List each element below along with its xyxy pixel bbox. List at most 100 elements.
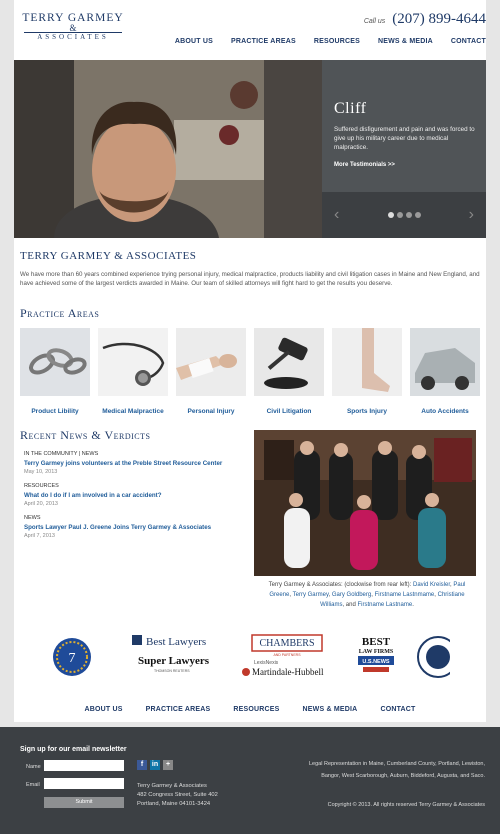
- facebook-icon[interactable]: f: [137, 760, 147, 770]
- address-street: 482 Congress Street, Suite 402: [137, 792, 218, 798]
- news-title-link[interactable]: Sports Lawyer Paul J. Greene Joins Terry…: [24, 523, 249, 532]
- nav-contact[interactable]: CONTACT: [451, 38, 486, 45]
- martindale-text: Martindale-Hubbell: [252, 667, 324, 677]
- caption-name-link[interactable]: Firstname Lastnmame: [375, 592, 435, 598]
- super-lawyers-text: Super Lawyers: [138, 655, 210, 667]
- bandaged-arm-image-icon: [176, 328, 246, 396]
- slider-dots: [388, 212, 421, 218]
- slider-prev-arrow-icon[interactable]: ‹: [334, 206, 339, 224]
- intro-title: Terry Garmey & Associates: [20, 250, 197, 262]
- practice-label: Auto Accidents: [421, 408, 469, 415]
- seal-badge-icon: [417, 636, 459, 678]
- copyright-text: Copyright © 2013. All rights reserved Te…: [327, 802, 485, 808]
- practice-medical-malpractice[interactable]: Medical Malpractice: [98, 328, 168, 415]
- footer-nav-news-media[interactable]: NEWS & MEDIA: [303, 706, 358, 713]
- practice-areas-list: Product Libility Medical Malpractice Per…: [20, 328, 480, 415]
- slider-dot[interactable]: [415, 212, 421, 218]
- news-category: IN THE COMMUNITY | NEWS: [24, 451, 99, 457]
- team-photo-illustration: [254, 430, 476, 576]
- news-title-link[interactable]: Terry Garmey joins volunteers at the Pre…: [24, 459, 249, 468]
- team-caption: Terry Garmey & Associates: (clockwise fr…: [268, 582, 466, 608]
- news-category: RESOURCES: [24, 483, 59, 489]
- social-links: f in +: [137, 760, 173, 770]
- number-seven-badge-icon: 7: [53, 638, 91, 676]
- footer-nav-practice-areas[interactable]: PRACTICE AREAS: [146, 706, 211, 713]
- legal-representation-text: Legal Representation in Maine, Cumberlan…: [309, 761, 485, 779]
- name-label: Name: [26, 764, 41, 770]
- news-date: April 7, 2013: [24, 533, 55, 539]
- practice-civil-litigation[interactable]: Civil Litigation: [254, 328, 324, 415]
- caption-name-link[interactable]: Gary Goldberg: [332, 592, 371, 598]
- badge-number: 7: [69, 651, 76, 666]
- logo-ampersand: &: [69, 23, 77, 33]
- news-item: RESOURCES What do I do if I am involved …: [24, 482, 249, 509]
- news-title-link[interactable]: What do I do if I am involved in a car a…: [24, 491, 249, 500]
- hero-slider: Cliff Suffered disfigurement and pain an…: [14, 60, 486, 238]
- testimonial-name: Cliff: [334, 100, 367, 117]
- slider-next-arrow-icon[interactable]: ›: [469, 206, 474, 224]
- practice-label: Sports Injury: [346, 408, 388, 415]
- footer-nav-about-us[interactable]: ABOUT US: [84, 706, 122, 713]
- team-photo: [254, 430, 476, 576]
- practice-areas-title: Practice Areas: [20, 306, 100, 320]
- usnews-text: U.S.NEWS: [362, 659, 390, 665]
- logo-line-2: Associates: [24, 32, 122, 42]
- page-container: Terry Garmey & Associates Call us (207) …: [14, 0, 486, 722]
- news-title: Recent News & Verdicts: [20, 428, 151, 442]
- chambers-text: CHAMBERS: [259, 638, 314, 649]
- nav-practice-areas[interactable]: PRACTICE AREAS: [231, 38, 296, 45]
- call-us: Call us (207) 899-4644: [364, 10, 486, 28]
- news-item: NEWS Sports Lawyer Paul J. Greene Joins …: [24, 514, 249, 541]
- chambers-logo: CHAMBERS AND PARTNERS: [251, 634, 323, 657]
- martindale-logo: LexisNexis Martindale-Hubbell: [242, 660, 324, 677]
- practice-label: Medical Malpractice: [102, 408, 164, 415]
- slider-dot[interactable]: [406, 212, 412, 218]
- intro-text: We have more than 60 years combined expe…: [20, 271, 480, 287]
- practice-personal-injury[interactable]: Personal Injury: [176, 328, 246, 415]
- news-date: April 20, 2013: [24, 501, 58, 507]
- google-plus-icon[interactable]: +: [163, 760, 173, 770]
- caption-name-link[interactable]: Firstname Lastname: [357, 602, 412, 608]
- slider-dot[interactable]: [397, 212, 403, 218]
- slider-dot[interactable]: [388, 212, 394, 218]
- linkedin-icon[interactable]: in: [150, 760, 160, 770]
- address-firm: Terry Garmey & Associates: [137, 783, 207, 789]
- nav-resources[interactable]: RESOURCES: [314, 38, 360, 45]
- news-category: NEWS: [24, 515, 41, 521]
- hero-photo-illustration: [14, 60, 322, 238]
- caption-and: , and: [342, 602, 358, 608]
- practice-sports-injury[interactable]: Sports Injury: [332, 328, 402, 415]
- best-firms-text: BEST: [362, 636, 391, 648]
- firm-logo[interactable]: Terry Garmey & Associates: [14, 12, 132, 42]
- super-lawyers-logo: Super Lawyers THOMSON REUTERS: [138, 655, 210, 673]
- practice-product-liability[interactable]: Product Libility: [20, 328, 90, 415]
- newsletter-email-input[interactable]: [44, 778, 124, 789]
- nav-about-us[interactable]: ABOUT US: [175, 38, 213, 45]
- site-footer: Sign up for our email newsletter Name Em…: [0, 727, 500, 834]
- more-testimonials-link[interactable]: More Testimonials >>: [334, 162, 395, 168]
- gavel-image-icon: [254, 328, 324, 396]
- awards-strip: 7 Best Lawyers Super Lawyers THOMSON REU…: [50, 632, 459, 682]
- newsletter-submit-button[interactable]: Submit: [44, 797, 124, 808]
- footer-nav-resources[interactable]: RESOURCES: [233, 706, 279, 713]
- best-law-firms-logo: BEST LAW FIRMS U.S.NEWS: [358, 636, 394, 672]
- crashed-car-image-icon: [410, 328, 480, 396]
- practice-auto-accidents[interactable]: Auto Accidents: [410, 328, 480, 415]
- caption-name-link[interactable]: Terry Garmey: [293, 592, 329, 598]
- footer-nav: ABOUT US PRACTICE AREAS RESOURCES NEWS &…: [0, 706, 500, 713]
- super-lawyers-sub: THOMSON REUTERS: [154, 669, 190, 673]
- phone-number[interactable]: (207) 899-4644: [392, 11, 486, 27]
- footer-nav-contact[interactable]: CONTACT: [380, 706, 415, 713]
- newsletter-name-input[interactable]: [44, 760, 124, 771]
- news-list: IN THE COMMUNITY | NEWS Terry Garmey joi…: [24, 450, 249, 546]
- injured-foot-image-icon: [332, 328, 402, 396]
- caption-name-link[interactable]: David Kreisler: [413, 582, 450, 588]
- nav-news-media[interactable]: NEWS & MEDIA: [378, 38, 433, 45]
- news-item: IN THE COMMUNITY | NEWS Terry Garmey joi…: [24, 450, 249, 477]
- awards-logos: 7 Best Lawyers Super Lawyers THOMSON REU…: [53, 634, 459, 678]
- stethoscope-image-icon: [98, 328, 168, 396]
- email-label: Email: [26, 782, 40, 788]
- top-nav: ABOUT US PRACTICE AREAS RESOURCES NEWS &…: [175, 38, 486, 45]
- best-lawyers-text: Best Lawyers: [146, 636, 206, 648]
- newsletter-title: Sign up for our email newsletter: [20, 746, 127, 753]
